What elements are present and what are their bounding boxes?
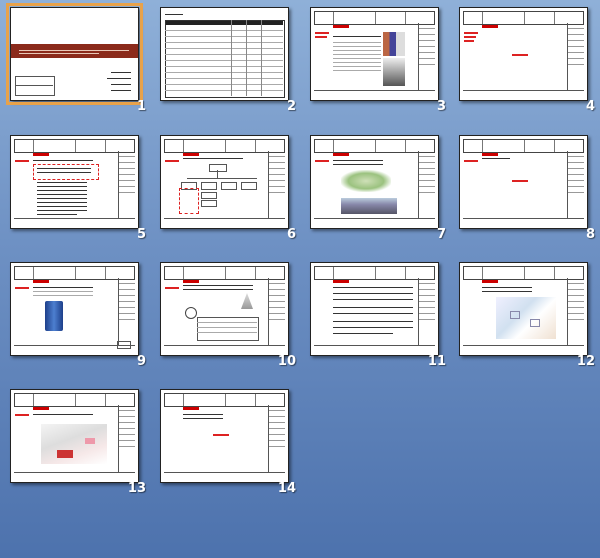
- slide-number: 7: [436, 227, 446, 242]
- slide-sorter: 1 2 3 4 5 6 7 8 9 10 11 12 13 14: [0, 0, 600, 558]
- slide-7[interactable]: 7: [310, 135, 450, 245]
- slide-4[interactable]: 4: [459, 7, 599, 117]
- slide-thumbnail[interactable]: [6, 3, 143, 105]
- slide-thumbnail[interactable]: [160, 262, 289, 356]
- org-chart-node: [209, 164, 227, 172]
- slide-10[interactable]: 10: [160, 262, 300, 372]
- slide-thumbnail[interactable]: [459, 262, 588, 356]
- slide-number: 6: [286, 227, 296, 242]
- slide-thumbnail[interactable]: [10, 262, 139, 356]
- tank-photo: [45, 301, 63, 331]
- slide-number: 2: [286, 99, 296, 114]
- slide-8[interactable]: 8: [459, 135, 599, 245]
- slide-3[interactable]: 3: [310, 7, 450, 117]
- info-table: [15, 76, 55, 96]
- slide-13[interactable]: 13: [10, 389, 150, 499]
- slide-number: 3: [436, 99, 446, 114]
- slide-6[interactable]: 6: [160, 135, 300, 245]
- photo: [341, 198, 397, 214]
- revision-table: [165, 20, 285, 98]
- site-map-image: [341, 170, 391, 192]
- diagram: [241, 293, 253, 309]
- slide-thumbnail[interactable]: [10, 389, 139, 483]
- slide-number: 1: [136, 99, 146, 114]
- slide-number: 10: [277, 354, 296, 369]
- photo: [383, 32, 405, 56]
- slide-number: 12: [576, 354, 595, 369]
- slide-thumbnail[interactable]: [310, 135, 439, 229]
- slide-number: 14: [277, 481, 296, 496]
- slide-9[interactable]: 9: [10, 262, 150, 372]
- slide-number: 13: [127, 481, 146, 496]
- slide-5[interactable]: 5: [10, 135, 150, 245]
- photo: [383, 58, 405, 86]
- slide-thumbnail[interactable]: [160, 7, 289, 101]
- slide-thumbnail[interactable]: [459, 135, 588, 229]
- piping-diagram: [41, 424, 107, 464]
- slide-thumbnail[interactable]: [10, 135, 139, 229]
- slide-11[interactable]: 11: [310, 262, 450, 372]
- slide-14[interactable]: 14: [160, 389, 300, 499]
- slide-number: 5: [136, 227, 146, 242]
- slide-2[interactable]: 2: [160, 7, 300, 117]
- slide-thumbnail[interactable]: [160, 389, 289, 483]
- slide-number: 8: [585, 227, 595, 242]
- slide-1[interactable]: 1: [6, 3, 150, 117]
- slide-thumbnail[interactable]: [310, 7, 439, 101]
- title-banner: [11, 44, 138, 58]
- slide-12[interactable]: 12: [459, 262, 599, 372]
- slide-number: 9: [136, 354, 146, 369]
- slide-number: 4: [585, 99, 595, 114]
- slide-number: 11: [427, 354, 446, 369]
- slide-thumbnail[interactable]: [459, 7, 588, 101]
- process-diagram: [496, 297, 556, 339]
- slide-thumbnail[interactable]: [160, 135, 289, 229]
- slide-thumbnail[interactable]: [310, 262, 439, 356]
